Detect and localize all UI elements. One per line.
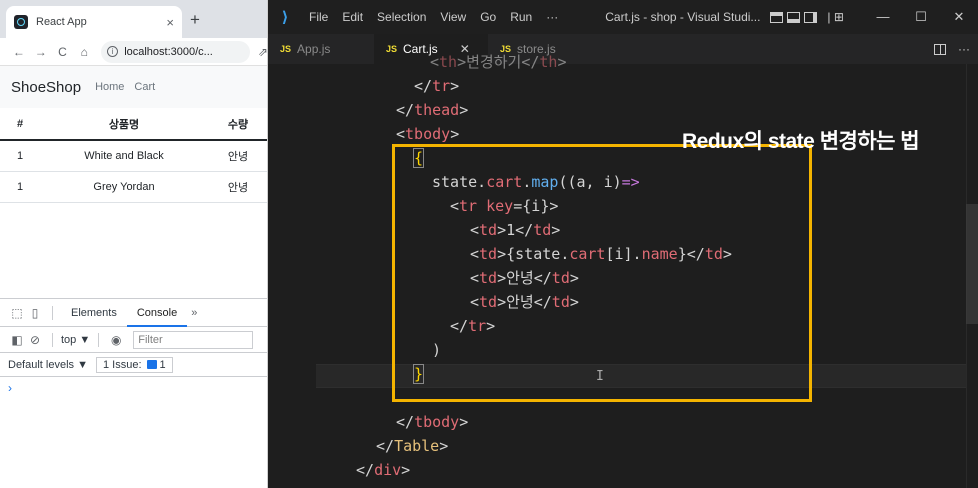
table-header-row: # 상품명 수량 xyxy=(0,108,267,141)
column-header-quantity: 수량 xyxy=(208,108,267,141)
layout-controls: | ⊞ xyxy=(770,10,844,24)
scrollbar-thumb[interactable] xyxy=(966,204,978,324)
share-icon[interactable]: ⇗ xyxy=(258,45,267,59)
address-url: localhost:3000/c... xyxy=(124,45,213,58)
code-line: </tr> xyxy=(414,77,460,95)
divider xyxy=(52,332,53,347)
tab-close-icon[interactable]: × xyxy=(166,15,174,30)
brand-logo[interactable]: ShoeShop xyxy=(11,79,81,96)
nav-link-cart[interactable]: Cart xyxy=(134,81,155,93)
issues-label: 1 Issue: xyxy=(102,358,142,371)
toggle-panel-icon[interactable] xyxy=(787,11,801,23)
cell-quantity: 안녕 xyxy=(208,140,267,172)
window-title: Cart.js - shop - Visual Studi... xyxy=(605,10,761,24)
browser-toolbar: ← → C ⌂ i localhost:3000/c... ⇗ xyxy=(0,38,267,66)
app-navbar: ShoeShop Home Cart xyxy=(0,66,267,108)
console-toolbar: ◧ ⊘ top ▼ ◉ Filter xyxy=(0,327,267,353)
maximize-icon[interactable]: ☐ xyxy=(902,9,940,25)
tab-app-js[interactable]: JS App.js xyxy=(268,34,374,64)
react-favicon-icon xyxy=(14,15,28,29)
tab-console[interactable]: Console xyxy=(126,299,188,327)
toggle-primary-sidebar-icon[interactable] xyxy=(770,11,784,23)
browser-tab[interactable]: React App × xyxy=(6,6,182,38)
divider xyxy=(52,305,53,320)
context-selector[interactable]: top ▼ xyxy=(61,334,90,346)
annotation-caption: Redux의 state 변경하는 법 xyxy=(682,130,920,153)
code-line: </thead> xyxy=(396,101,469,119)
browser-tab-bar: React App × + xyxy=(0,0,267,38)
code-line: <th>변경하기</th> xyxy=(430,53,567,71)
column-header-index: # xyxy=(0,108,40,141)
tab-elements[interactable]: Elements xyxy=(61,299,127,327)
vscode-logo-icon: ⟩ xyxy=(281,9,289,26)
toggle-secondary-sidebar-icon[interactable] xyxy=(804,11,818,23)
annotation-highlight-box xyxy=(392,144,812,402)
column-header-product: 상품명 xyxy=(40,108,208,141)
inspect-element-icon[interactable]: ⬚ xyxy=(8,306,26,320)
clear-console-icon[interactable]: ⊘ xyxy=(26,333,44,347)
issue-flag-icon xyxy=(146,360,157,369)
cell-index: 1 xyxy=(0,171,40,203)
code-editor[interactable]: <th>변경하기</th> </tr> </thead> <tbody> { s… xyxy=(268,53,978,488)
js-file-icon: JS xyxy=(386,44,398,54)
issues-count: 1 xyxy=(159,358,166,371)
cart-table: # 상품명 수량 1 White and Black 안녕 1 Grey Yor… xyxy=(0,108,267,203)
console-levels-bar: Default levels ▼ 1 Issue: 1 xyxy=(0,353,267,377)
cell-index: 1 xyxy=(0,140,40,172)
vscode-titlebar: ⟩ File Edit Selection View Go Run ··· Ca… xyxy=(268,0,978,34)
menu-view[interactable]: View xyxy=(433,10,473,24)
forward-icon[interactable]: → xyxy=(30,45,52,59)
back-icon[interactable]: ← xyxy=(8,45,30,59)
vscode-window: ⟩ File Edit Selection View Go Run ··· Ca… xyxy=(268,0,978,488)
minimize-icon[interactable]: — xyxy=(864,9,902,25)
home-icon[interactable]: ⌂ xyxy=(73,45,95,59)
device-toolbar-icon[interactable]: ▯ xyxy=(26,306,44,320)
menu-more[interactable]: ··· xyxy=(539,10,565,24)
devtools-panel: ⬚ ▯ Elements Console » ◧ ⊘ top ▼ ◉ Filte… xyxy=(0,298,267,488)
editor-tabs: JS App.js JS Cart.js ✕ JS store.js ··· xyxy=(268,34,978,64)
cell-product: Grey Yordan xyxy=(40,171,208,203)
log-levels-dropdown[interactable]: Default levels ▼ xyxy=(8,359,88,371)
browser-tab-title: React App xyxy=(36,16,87,28)
console-prompt[interactable]: › xyxy=(0,377,267,399)
console-filter-input[interactable]: Filter xyxy=(133,330,254,349)
sidebar-toggle-icon[interactable]: ◧ xyxy=(8,333,26,347)
site-info-icon[interactable]: i xyxy=(107,46,119,57)
editor-scrollbar[interactable] xyxy=(966,64,978,488)
menu-edit[interactable]: Edit xyxy=(335,10,370,24)
code-line: <tbody> xyxy=(396,125,460,143)
code-line: </Table> xyxy=(376,437,449,455)
divider xyxy=(98,332,100,347)
more-actions-icon[interactable]: ··· xyxy=(958,42,970,56)
table-row: 1 White and Black 안녕 xyxy=(0,140,267,172)
js-file-icon: JS xyxy=(280,44,292,54)
browser-window: React App × + ← → C ⌂ i localhost:3000/c… xyxy=(0,0,268,488)
new-tab-button[interactable]: + xyxy=(190,10,200,30)
menu-go[interactable]: Go xyxy=(473,10,503,24)
window-controls: — ☐ ✕ xyxy=(864,9,978,25)
tab-label: App.js xyxy=(297,42,331,56)
editor-actions: ··· xyxy=(934,34,978,64)
nav-link-home[interactable]: Home xyxy=(95,81,124,93)
menu-selection[interactable]: Selection xyxy=(370,10,433,24)
split-editor-icon[interactable] xyxy=(934,43,946,55)
menu-file[interactable]: File xyxy=(302,10,335,24)
table-row: 1 Grey Yordan 안녕 xyxy=(0,171,267,203)
cell-quantity: 안녕 xyxy=(208,171,267,203)
address-bar[interactable]: i localhost:3000/c... xyxy=(101,40,250,63)
live-expression-eye-icon[interactable]: ◉ xyxy=(107,333,125,347)
more-tabs-icon[interactable]: » xyxy=(191,307,197,319)
reload-icon[interactable]: C xyxy=(52,45,74,59)
menu-run[interactable]: Run xyxy=(503,10,539,24)
close-window-icon[interactable]: ✕ xyxy=(940,9,978,25)
code-line: </div> xyxy=(356,461,411,479)
cell-product: White and Black xyxy=(40,140,208,172)
code-line: </tbody> xyxy=(396,413,469,431)
customize-layout-icon[interactable]: | ⊞ xyxy=(827,10,844,24)
issues-button[interactable]: 1 Issue: 1 xyxy=(95,356,173,373)
devtools-tabbar: ⬚ ▯ Elements Console » xyxy=(0,299,267,327)
